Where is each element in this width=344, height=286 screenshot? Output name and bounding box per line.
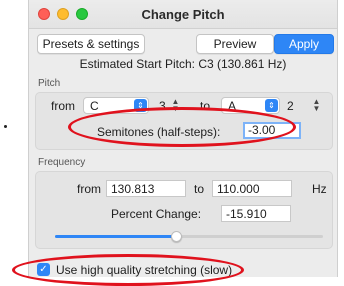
frequency-section-label: Frequency <box>38 157 86 168</box>
presets-settings-button[interactable]: Presets & settings <box>37 34 145 54</box>
from-note-value: C <box>90 99 99 113</box>
annotation-circle-checkbox <box>12 254 244 286</box>
slider-fill <box>55 235 176 238</box>
frequency-to-input[interactable]: 110.000 <box>212 180 292 197</box>
annotation-circle-semitones <box>68 107 296 147</box>
frequency-to-label: to <box>194 182 205 196</box>
window-title: Change Pitch <box>141 7 225 22</box>
frequency-from-label: from <box>77 182 101 196</box>
percent-change-label: Percent Change: <box>111 207 202 221</box>
select-chevron-icon: ⇕ <box>265 99 278 112</box>
frequency-unit: Hz <box>312 182 327 196</box>
frequency-from-input[interactable]: 130.813 <box>106 180 186 197</box>
estimated-start-pitch: Estimated Start Pitch: C3 (130.861 Hz) <box>79 57 287 71</box>
preview-button[interactable]: Preview <box>196 34 274 54</box>
bullet-mark <box>4 125 7 128</box>
percent-change-input[interactable]: -15.910 <box>221 205 291 222</box>
to-octave-stepper[interactable]: ▲ ▼ <box>312 98 321 113</box>
apply-button[interactable]: Apply <box>274 34 334 54</box>
slider-knob[interactable] <box>170 231 182 242</box>
pitch-section-label: Pitch <box>38 78 61 89</box>
percent-change-slider[interactable] <box>55 235 323 238</box>
pitch-from-label: from <box>51 99 75 113</box>
title-bar: Change Pitch <box>29 0 337 29</box>
to-octave-value: 2 <box>287 99 294 113</box>
